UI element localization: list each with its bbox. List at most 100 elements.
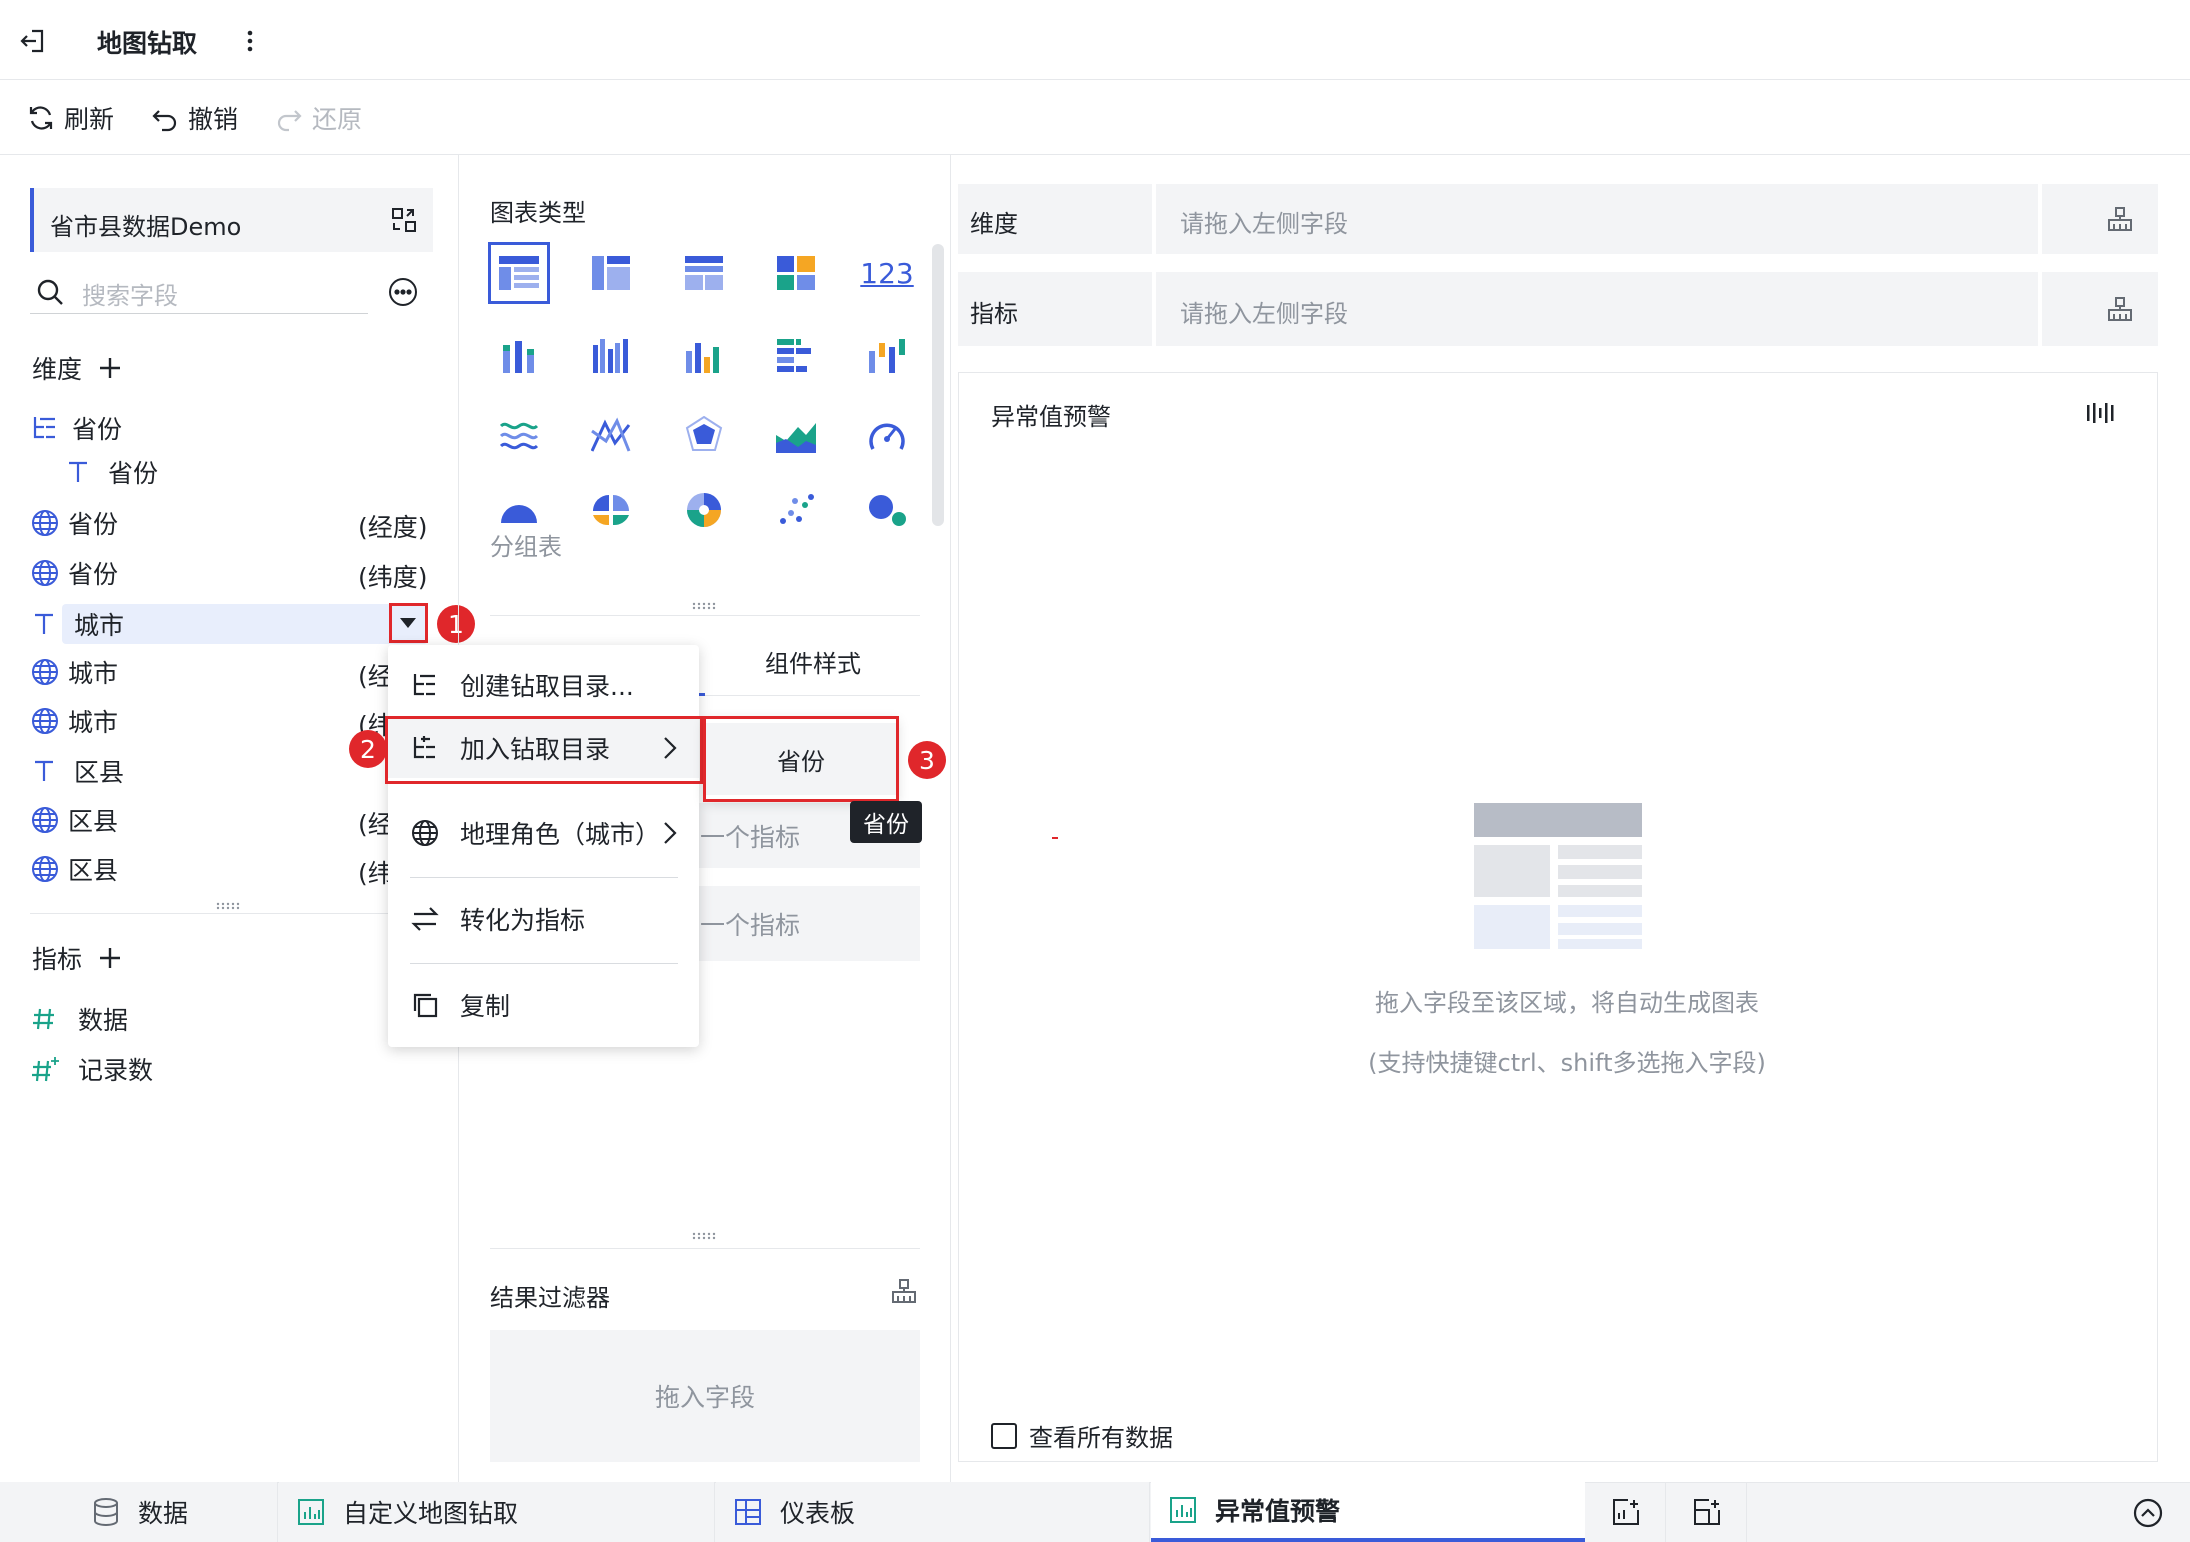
measure-shelf-label: 指标 bbox=[970, 300, 1018, 328]
measure-dropzone[interactable]: 请拖入左侧字段 bbox=[1152, 272, 2042, 346]
horizontal-bar-icon[interactable] bbox=[771, 330, 821, 380]
field-search[interactable]: 搜索字段 bbox=[30, 270, 368, 314]
pie-chart-icon[interactable] bbox=[586, 485, 636, 535]
menu-divider bbox=[410, 877, 678, 878]
menu-geo-role[interactable]: 地理角色（城市） bbox=[388, 803, 699, 863]
field-data[interactable]: 数据 bbox=[30, 999, 128, 1039]
add-dimension-icon[interactable] bbox=[98, 356, 122, 380]
field-label: 城市 bbox=[68, 659, 119, 688]
globe-icon bbox=[30, 854, 60, 884]
refresh-button[interactable]: 刷新 bbox=[26, 100, 114, 136]
area-chart-icon[interactable] bbox=[771, 410, 821, 460]
switch-dataset-icon[interactable] bbox=[388, 204, 420, 236]
gauge-icon[interactable] bbox=[862, 410, 912, 460]
multi-bar-icon[interactable] bbox=[586, 330, 636, 380]
dimension-shelf: 维度 请拖入左侧字段 bbox=[958, 184, 2158, 254]
add-dashboard-button[interactable] bbox=[1667, 1482, 1747, 1542]
scatter-chart-icon[interactable] bbox=[771, 485, 821, 535]
kpi-number-icon[interactable]: 123 bbox=[860, 248, 913, 298]
field-district[interactable]: 区县 bbox=[30, 751, 124, 791]
rose-chart-icon[interactable] bbox=[679, 485, 729, 535]
filter-placeholder: 拖入字段 bbox=[654, 1383, 755, 1412]
hierarchy-icon bbox=[30, 413, 60, 443]
show-all-data-checkbox[interactable]: 查看所有数据 bbox=[991, 1418, 1173, 1453]
tab-custom-map-drill[interactable]: 自定义地图钻取 bbox=[279, 1482, 715, 1542]
chart-type-scrollbar[interactable] bbox=[932, 244, 944, 526]
empty-hint: 拖入字段至该区域，将自动生成图表 bbox=[1375, 989, 1759, 1017]
vertical-ellipsis-icon[interactable] bbox=[240, 26, 260, 56]
tab-label: 仪表板 bbox=[780, 1499, 856, 1528]
field-province-latitude[interactable]: 省份 bbox=[30, 553, 118, 593]
field-city-longitude[interactable]: 城市 bbox=[30, 652, 118, 692]
measures-title: 指标 bbox=[32, 945, 83, 974]
menu-item-label: 转化为指标 bbox=[460, 906, 586, 935]
text-icon bbox=[30, 757, 58, 785]
field-province-hierarchy[interactable]: 省份 bbox=[30, 408, 122, 448]
grouped-table-icon[interactable] bbox=[488, 242, 550, 304]
tab-dashboard[interactable]: 仪表板 bbox=[716, 1482, 1150, 1542]
chart-canvas: 异常值预警 拖入字段至该区域，将自动生成图表 (支持快捷键ctrl、shift多… bbox=[958, 372, 2158, 1462]
refresh-icon bbox=[26, 103, 56, 133]
search-input[interactable]: 搜索字段 bbox=[82, 276, 178, 311]
field-district-latitude[interactable]: 区县 bbox=[30, 849, 118, 889]
add-measure-icon[interactable] bbox=[98, 946, 122, 970]
field-district-longitude[interactable]: 区县 bbox=[30, 800, 118, 840]
field-city-latitude[interactable]: 城市 bbox=[30, 701, 118, 741]
resize-grip-icon[interactable] bbox=[214, 900, 244, 912]
pivot-table-icon[interactable] bbox=[586, 248, 636, 298]
field-suffix: (经度) bbox=[358, 513, 428, 542]
column-chart-icon[interactable] bbox=[679, 330, 729, 380]
wave-line-icon[interactable] bbox=[494, 410, 544, 460]
tab-data[interactable]: 数据 bbox=[0, 1482, 278, 1542]
resize-grip-icon[interactable] bbox=[690, 600, 720, 612]
hash-icon bbox=[30, 1005, 58, 1033]
card-chart-icon[interactable] bbox=[771, 248, 821, 298]
bubble-chart-icon[interactable] bbox=[862, 485, 912, 535]
annotation-badge-2: 2 bbox=[349, 730, 387, 768]
field-label: 城市 bbox=[74, 611, 125, 640]
measure-settings-icon[interactable] bbox=[2104, 293, 2136, 325]
waterfall-icon[interactable] bbox=[862, 330, 912, 380]
menu-convert-to-measure[interactable]: 转化为指标 bbox=[388, 889, 699, 949]
globe-icon bbox=[30, 508, 60, 538]
tab-component-style[interactable]: 组件样式 bbox=[765, 644, 861, 679]
stacked-bar-icon[interactable] bbox=[494, 330, 544, 380]
field-label: 省份 bbox=[68, 560, 119, 589]
search-icon bbox=[34, 276, 66, 308]
chart-toolbar-icon[interactable] bbox=[2085, 397, 2117, 429]
more-options-icon[interactable] bbox=[386, 275, 420, 309]
measure-placeholder: 请拖入左侧字段 bbox=[1180, 300, 1348, 328]
add-chart-button[interactable] bbox=[1586, 1482, 1666, 1542]
line-chart-icon[interactable] bbox=[586, 410, 636, 460]
tab-outlier-alert[interactable]: 异常值预警 bbox=[1151, 1482, 1585, 1542]
dataset-selector[interactable]: 省市县数据Demo bbox=[30, 188, 433, 252]
globe-icon bbox=[410, 818, 440, 848]
menu-create-drill-directory[interactable]: 创建钻取目录... bbox=[388, 655, 699, 715]
tab-label: 自定义地图钻取 bbox=[343, 1499, 519, 1528]
chevron-right-icon bbox=[663, 821, 677, 845]
dimension-shelf-label: 维度 bbox=[970, 210, 1018, 238]
resize-grip-icon[interactable] bbox=[690, 1230, 720, 1242]
bar-chart-icon bbox=[297, 1498, 325, 1526]
filter-dropzone[interactable]: 拖入字段 bbox=[490, 1330, 920, 1462]
redo-button[interactable]: 还原 bbox=[274, 100, 362, 136]
field-city[interactable]: 城市 bbox=[30, 604, 124, 644]
undo-button[interactable]: 撤销 bbox=[150, 100, 238, 136]
middle-divider bbox=[490, 615, 920, 616]
dimension-settings-icon[interactable] bbox=[2104, 203, 2136, 235]
dataset-name: 省市县数据Demo bbox=[50, 213, 242, 241]
collapse-up-icon[interactable] bbox=[2130, 1495, 2166, 1531]
redo-icon bbox=[274, 103, 304, 133]
radar-chart-icon[interactable] bbox=[679, 410, 729, 460]
detail-table-icon[interactable] bbox=[679, 248, 729, 298]
filter-settings-icon[interactable] bbox=[888, 1275, 920, 1307]
tab-label: 数据 bbox=[138, 1499, 189, 1528]
dimension-dropzone[interactable]: 请拖入左侧字段 bbox=[1152, 184, 2042, 254]
exit-icon[interactable] bbox=[16, 24, 50, 58]
add-dashboard-icon bbox=[1692, 1497, 1722, 1527]
menu-copy[interactable]: 复制 bbox=[388, 975, 699, 1035]
field-province-child[interactable]: 省份 bbox=[64, 452, 158, 492]
field-record-count[interactable]: 记录数 bbox=[30, 1049, 153, 1089]
field-province-longitude[interactable]: 省份 bbox=[30, 503, 118, 543]
globe-icon bbox=[30, 558, 60, 588]
